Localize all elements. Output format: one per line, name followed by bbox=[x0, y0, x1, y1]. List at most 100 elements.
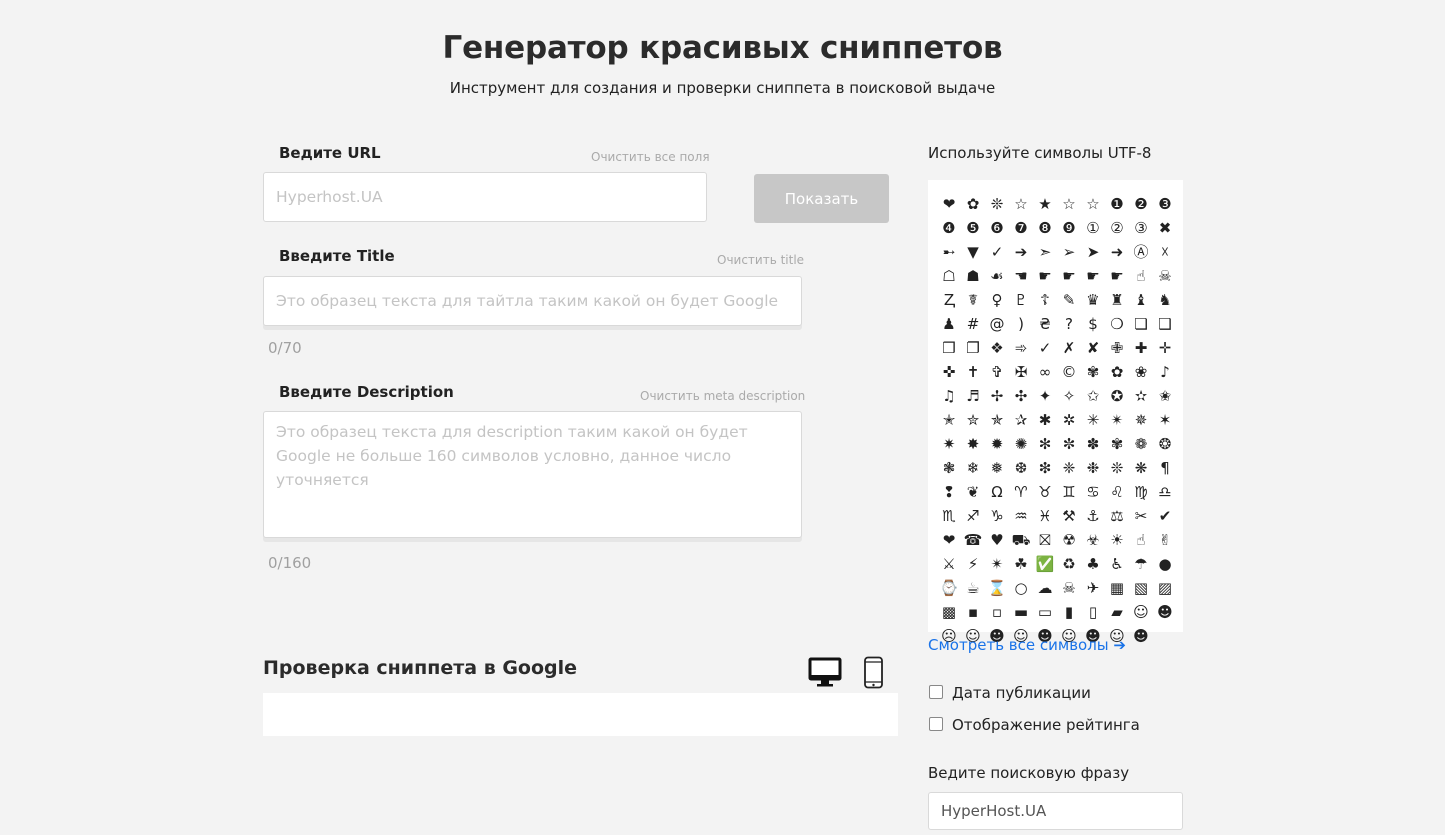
symbol-item[interactable]: ✻ bbox=[1033, 432, 1057, 456]
symbol-item[interactable]: ⌚ bbox=[937, 576, 961, 600]
symbol-item[interactable]: ✂ bbox=[1129, 504, 1153, 528]
symbol-item[interactable]: ❆ bbox=[1009, 456, 1033, 480]
symbol-item[interactable]: ✶ bbox=[1153, 408, 1177, 432]
symbol-item[interactable]: ❻ bbox=[985, 216, 1009, 240]
symbol-item[interactable]: ✛ bbox=[1153, 336, 1177, 360]
symbol-item[interactable]: ❀ bbox=[1129, 360, 1153, 384]
symbol-item[interactable]: ✷ bbox=[937, 432, 961, 456]
symbol-item[interactable]: ☘ bbox=[1009, 552, 1033, 576]
symbol-item[interactable]: ☙ bbox=[985, 264, 1009, 288]
symbol-item[interactable]: ❢ bbox=[937, 480, 961, 504]
symbol-item[interactable]: ✺ bbox=[1009, 432, 1033, 456]
symbol-item[interactable]: ✮ bbox=[961, 408, 985, 432]
symbol-item[interactable]: ❼ bbox=[1009, 216, 1033, 240]
symbol-item[interactable]: ➔ bbox=[1009, 240, 1033, 264]
symbol-item[interactable]: ♀ bbox=[985, 288, 1009, 312]
symbol-item[interactable]: ✓ bbox=[985, 240, 1009, 264]
symbol-item[interactable]: ♿ bbox=[1105, 552, 1129, 576]
symbol-item[interactable]: ☖ bbox=[937, 264, 961, 288]
symbol-item[interactable]: ★ bbox=[1033, 192, 1057, 216]
symbol-item[interactable]: ❊ bbox=[1105, 456, 1129, 480]
symbol-item[interactable]: ✽ bbox=[1081, 432, 1105, 456]
symbol-item[interactable]: ✙ bbox=[1105, 336, 1129, 360]
symbol-item[interactable]: ♏ bbox=[937, 504, 961, 528]
symbol-item[interactable]: ✩ bbox=[1081, 384, 1105, 408]
symbol-item[interactable]: ▰ bbox=[1105, 600, 1129, 624]
symbol-item[interactable]: ⚓ bbox=[1081, 504, 1105, 528]
symbol-item[interactable]: ❇ bbox=[1033, 456, 1057, 480]
symbol-item[interactable]: ❋ bbox=[1129, 456, 1153, 480]
symbol-item[interactable]: ③ bbox=[1129, 216, 1153, 240]
symbol-item[interactable]: ✞ bbox=[985, 360, 1009, 384]
symbol-item[interactable]: Ω bbox=[985, 480, 1009, 504]
symbol-item[interactable]: ❑ bbox=[1153, 312, 1177, 336]
symbol-item[interactable]: ☢ bbox=[1057, 528, 1081, 552]
symbol-item[interactable]: ❊ bbox=[985, 192, 1009, 216]
symbol-item[interactable]: ☕ bbox=[961, 576, 985, 600]
symbol-item[interactable]: ⚡ bbox=[961, 552, 985, 576]
symbol-item[interactable]: ☛ bbox=[1033, 264, 1057, 288]
symbol-item[interactable]: ₴ bbox=[1033, 312, 1057, 336]
symbol-item[interactable]: ✝ bbox=[961, 360, 985, 384]
symbol-item[interactable]: ✴ bbox=[1105, 408, 1129, 432]
show-button[interactable]: Показать bbox=[754, 174, 889, 223]
symbol-item[interactable]: ✾ bbox=[1105, 432, 1129, 456]
symbol-item[interactable]: ✢ bbox=[985, 384, 1009, 408]
symbol-item[interactable]: ✗ bbox=[1057, 336, 1081, 360]
symbol-item[interactable]: ⚖ bbox=[1105, 504, 1129, 528]
symbol-item[interactable]: ♟ bbox=[937, 312, 961, 336]
description-textarea[interactable] bbox=[263, 411, 802, 538]
symbol-item[interactable]: ♎ bbox=[1153, 480, 1177, 504]
symbol-item[interactable]: ✴ bbox=[985, 552, 1009, 576]
symbol-item[interactable]: ☤ bbox=[961, 288, 985, 312]
symbol-item[interactable]: ⛟ bbox=[1009, 528, 1033, 552]
symbol-item[interactable]: ♑ bbox=[985, 504, 1009, 528]
symbol-item[interactable]: ✳ bbox=[1081, 408, 1105, 432]
clear-description-link[interactable]: Очистить meta description bbox=[640, 389, 805, 403]
symbol-item[interactable]: ❤ bbox=[937, 192, 961, 216]
symbol-item[interactable]: ☻ bbox=[1153, 600, 1177, 624]
symbol-item[interactable]: ❤ bbox=[937, 528, 961, 552]
symbol-item[interactable]: ✼ bbox=[1057, 432, 1081, 456]
symbol-item[interactable]: ▭ bbox=[1033, 600, 1057, 624]
symbol-item[interactable]: ✯ bbox=[985, 408, 1009, 432]
symbol-item[interactable]: ❶ bbox=[1105, 192, 1129, 216]
symbol-item[interactable]: ☁ bbox=[1033, 576, 1057, 600]
symbol-item[interactable]: ☛ bbox=[1057, 264, 1081, 288]
symbol-item[interactable]: ❏ bbox=[1129, 312, 1153, 336]
symbol-item[interactable]: ➾ bbox=[1009, 336, 1033, 360]
symbol-item[interactable]: ❃ bbox=[937, 456, 961, 480]
symbol-item[interactable]: ❒ bbox=[937, 336, 961, 360]
publication-date-checkbox[interactable] bbox=[929, 685, 943, 699]
symbol-item[interactable]: ● bbox=[1153, 552, 1177, 576]
symbol-item[interactable]: ✅ bbox=[1033, 552, 1057, 576]
symbol-item[interactable]: ✰ bbox=[1009, 408, 1033, 432]
symbol-item[interactable]: ♞ bbox=[1153, 288, 1177, 312]
symbol-item[interactable]: ✧ bbox=[1057, 384, 1081, 408]
symbol-item[interactable]: ♪ bbox=[1153, 360, 1177, 384]
symbol-item[interactable]: ② bbox=[1105, 216, 1129, 240]
symbol-item[interactable]: ♈ bbox=[1009, 480, 1033, 504]
symbol-item[interactable]: ♜ bbox=[1105, 288, 1129, 312]
symbol-item[interactable]: ♉ bbox=[1033, 480, 1057, 504]
symbol-item[interactable]: ☦ bbox=[1033, 288, 1057, 312]
symbol-item[interactable]: ▨ bbox=[1153, 576, 1177, 600]
symbol-item[interactable]: ▬ bbox=[1009, 600, 1033, 624]
symbol-item[interactable]: ✜ bbox=[937, 360, 961, 384]
symbol-item[interactable]: ☀ bbox=[1105, 528, 1129, 552]
symbol-item[interactable]: ☻ bbox=[1129, 624, 1153, 648]
symbol-item[interactable]: @ bbox=[985, 312, 1009, 336]
symbol-item[interactable]: ♊ bbox=[1057, 480, 1081, 504]
symbol-item[interactable]: ✔ bbox=[1153, 504, 1177, 528]
symbol-item[interactable]: ♇ bbox=[1009, 288, 1033, 312]
symbol-item[interactable]: ♋ bbox=[1081, 480, 1105, 504]
symbol-item[interactable]: ✚ bbox=[1129, 336, 1153, 360]
symbol-item[interactable]: ☺ bbox=[1129, 600, 1153, 624]
symbol-item[interactable]: ✪ bbox=[1105, 384, 1129, 408]
symbol-item[interactable]: ☚ bbox=[1009, 264, 1033, 288]
symbol-item[interactable]: ✸ bbox=[961, 432, 985, 456]
symbol-item[interactable]: ♌ bbox=[1105, 480, 1129, 504]
symbol-item[interactable]: ❐ bbox=[961, 336, 985, 360]
symbol-item[interactable]: ☠ bbox=[1153, 264, 1177, 288]
see-all-symbols-link[interactable]: Смотреть все символы ➔ bbox=[928, 636, 1126, 654]
